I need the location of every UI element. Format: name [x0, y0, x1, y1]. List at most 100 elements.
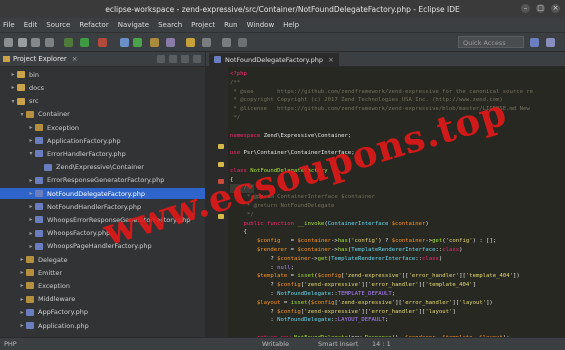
menu-item-search[interactable]: Search	[158, 21, 182, 29]
chevron-right-icon[interactable]: ▸	[18, 296, 26, 303]
tree-row[interactable]: ▸ Exception	[0, 280, 205, 292]
forward-icon[interactable]	[238, 38, 247, 47]
main-toolbar: Quick Access	[0, 32, 565, 52]
menu-item-help[interactable]: Help	[283, 21, 299, 29]
menu-item-window[interactable]: Window	[247, 21, 275, 29]
perspective-icon[interactable]	[530, 38, 539, 47]
chevron-right-icon[interactable]: ▸	[27, 243, 35, 250]
menu-item-source[interactable]: Source	[46, 21, 70, 29]
new-icon[interactable]	[4, 38, 13, 47]
chevron-right-icon[interactable]: ▸	[18, 309, 26, 316]
collapse-all-icon[interactable]	[157, 55, 165, 63]
close-icon[interactable]: ×	[328, 56, 334, 64]
code-line: ? $config['zend-expressive']['error_hand…	[230, 282, 476, 289]
minimize-icon[interactable]: –	[521, 4, 530, 13]
tree-row[interactable]: ▸ WhoopsPageHandlerFactory.php	[0, 241, 205, 253]
chevron-right-icon[interactable]: ▸	[18, 282, 26, 289]
menu-item-project[interactable]: Project	[191, 21, 215, 29]
menu-item-run[interactable]: Run	[224, 21, 237, 29]
tree-row[interactable]: ▾ ErrorHandlerFactory.php	[0, 148, 205, 160]
chevron-right-icon[interactable]: ▸	[9, 84, 17, 91]
warning-marker-icon[interactable]	[218, 214, 224, 219]
chevron-right-icon[interactable]: ▸	[18, 269, 26, 276]
search-icon[interactable]	[166, 38, 175, 47]
tree-row[interactable]: ▸ NotFoundHandlerFactory.php	[0, 201, 205, 213]
tree-row-label: ErrorHandlerFactory.php	[47, 149, 126, 158]
debug-icon[interactable]	[64, 38, 73, 47]
code-editor[interactable]: <?php /** * @see https://github.com/zendf…	[230, 70, 565, 337]
tree-row-label: NotFoundDelegateFactory.php	[47, 189, 145, 198]
tree-row-label: Application.php	[38, 321, 89, 330]
tree-row[interactable]: ▸ Application.php	[0, 320, 205, 332]
menu-item-navigate[interactable]: Navigate	[118, 21, 149, 29]
warning-marker-icon[interactable]	[218, 144, 224, 149]
chevron-down-icon[interactable]: ▾	[9, 98, 17, 105]
chevron-right-icon[interactable]: ▸	[27, 203, 35, 210]
tree-row[interactable]: ▸ Emitter	[0, 267, 205, 279]
tree-row[interactable]: ▸ docs	[0, 82, 205, 94]
open-type-icon[interactable]	[150, 38, 159, 47]
code-line: namespace Zend\Expressive\Container;	[230, 132, 352, 139]
close-icon[interactable]: ×	[72, 55, 78, 63]
next-annotation-icon[interactable]	[202, 38, 211, 47]
tree-row[interactable]: ▸ AppFactory.php	[0, 307, 205, 319]
tree-row[interactable]: Zend\Expressive\Container	[0, 161, 205, 173]
view-menu-icon[interactable]	[181, 55, 189, 63]
chevron-right-icon[interactable]: ▸	[18, 256, 26, 263]
tree-row[interactable]: ▾ Container	[0, 109, 205, 121]
tree-row[interactable]: ▸ ApplicationFactory.php	[0, 135, 205, 147]
folder-icon	[26, 295, 34, 303]
tree-row[interactable]: ▸ Exception	[0, 122, 205, 134]
folder-icon	[17, 97, 25, 105]
maximize-icon[interactable]: □	[536, 4, 545, 13]
back-icon[interactable]	[222, 38, 231, 47]
chevron-right-icon[interactable]: ▸	[18, 322, 26, 329]
window-title: eclipse-workspace - zend-expressive/src/…	[105, 4, 460, 14]
new-project-icon[interactable]	[120, 38, 129, 47]
tree-row[interactable]: ▸ WhoopsFactory.php	[0, 227, 205, 239]
chevron-right-icon[interactable]: ▸	[27, 137, 35, 144]
tree-row[interactable]: ▸ Middleware	[0, 293, 205, 305]
link-editor-icon[interactable]	[169, 55, 177, 63]
chevron-down-icon[interactable]: ▾	[18, 111, 26, 118]
code-line: */	[230, 211, 254, 218]
quick-access-field[interactable]: Quick Access	[458, 36, 524, 48]
tree-row[interactable]: ▸ NotFoundDelegateFactory.php	[0, 187, 205, 200]
minimize-icon[interactable]	[193, 55, 201, 63]
menu-item-refactor[interactable]: Refactor	[79, 21, 108, 29]
external-tools-icon[interactable]	[98, 38, 107, 47]
chevron-right-icon[interactable]: ▸	[27, 190, 35, 197]
chevron-right-icon[interactable]: ▸	[9, 71, 17, 78]
annotation-icon[interactable]	[186, 38, 195, 47]
tree-row[interactable]: ▾ src	[0, 95, 205, 107]
folder-icon	[26, 269, 34, 277]
chevron-right-icon[interactable]: ▸	[27, 216, 35, 223]
tree-row[interactable]: ▸ ErrorResponseGeneratorFactory.php	[0, 175, 205, 187]
project-explorer-tab[interactable]: Project Explorer	[13, 55, 67, 63]
php-perspective-icon[interactable]	[546, 38, 555, 47]
tree-row[interactable]: ▸ bin	[0, 69, 205, 81]
close-icon[interactable]: ×	[551, 4, 560, 13]
print-icon[interactable]	[45, 38, 54, 47]
menu-item-file[interactable]: File	[3, 21, 15, 29]
chevron-right-icon[interactable]: ▸	[27, 124, 35, 131]
menu-item-edit[interactable]: Edit	[24, 21, 38, 29]
chevron-right-icon[interactable]: ▸	[27, 177, 35, 184]
save-icon[interactable]	[18, 38, 27, 47]
tree-row-label: ApplicationFactory.php	[47, 136, 121, 145]
status-position: 14 : 1	[372, 340, 391, 348]
run-icon[interactable]	[80, 38, 89, 47]
editor-tab[interactable]: NotFoundDelegateFactory.php ×	[209, 53, 339, 66]
error-marker-icon[interactable]	[218, 179, 224, 184]
new-class-icon[interactable]	[133, 38, 142, 47]
tree-row[interactable]: ▸ WhoopsErrorResponseGeneratorFactory.php	[0, 214, 205, 226]
save-all-icon[interactable]	[31, 38, 40, 47]
folder-icon	[3, 56, 10, 62]
tree-row-label: Middleware	[38, 295, 76, 304]
tree-row[interactable]: ▸ Delegate	[0, 254, 205, 266]
tree-row-label: docs	[29, 83, 45, 92]
warning-marker-icon[interactable]	[218, 162, 224, 167]
chevron-down-icon[interactable]: ▾	[27, 150, 35, 157]
status-bar: PHP Writable Smart Insert 14 : 1	[0, 337, 565, 350]
chevron-right-icon[interactable]: ▸	[27, 230, 35, 237]
